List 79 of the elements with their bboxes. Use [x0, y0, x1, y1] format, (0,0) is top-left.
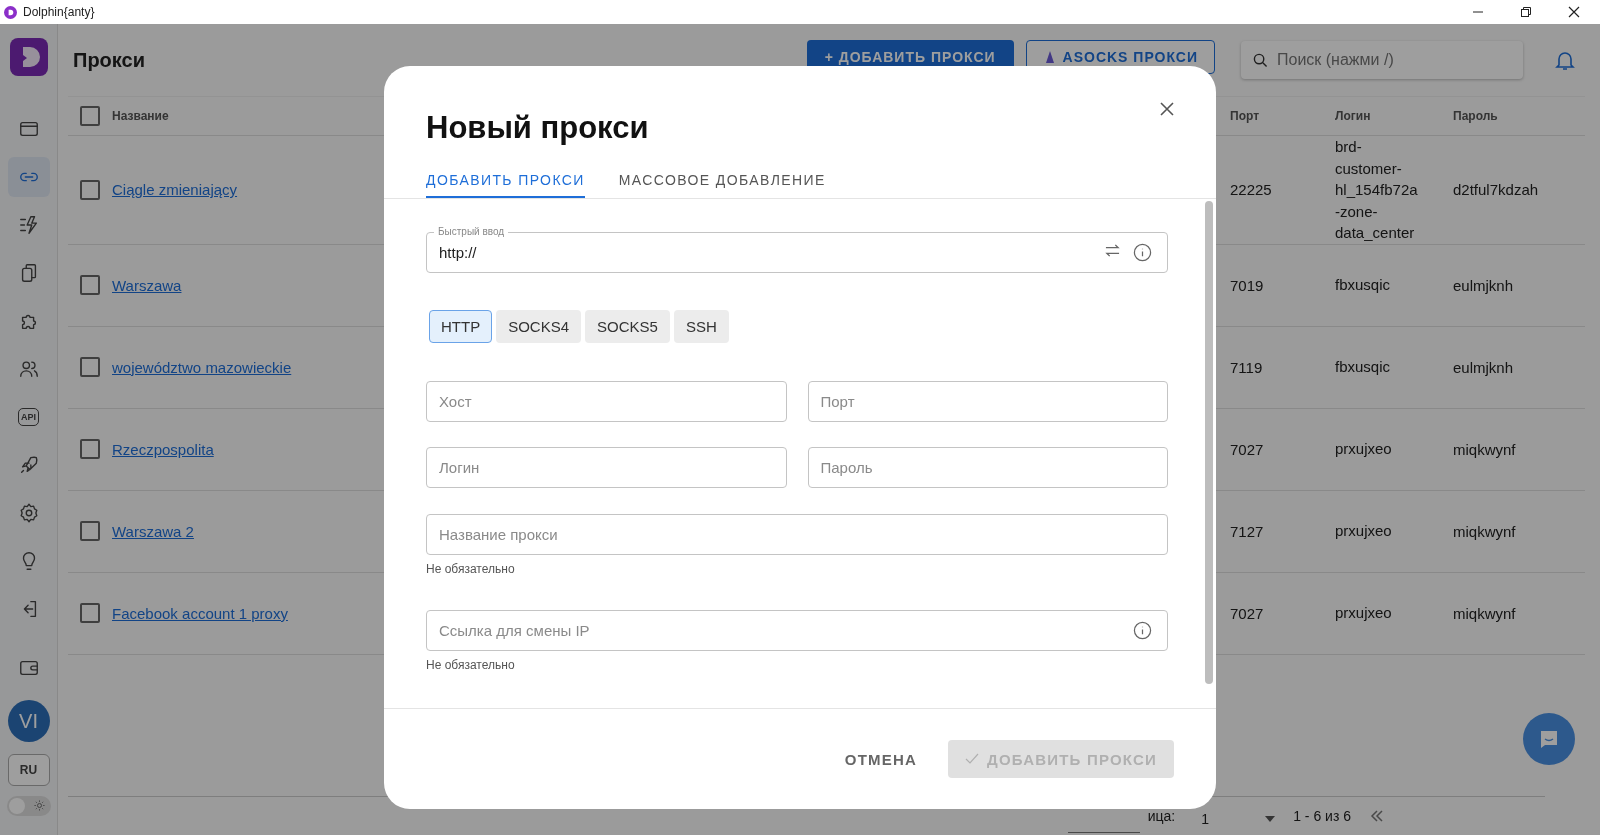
protocol-toggle[interactable]: SOCKS5 [585, 310, 670, 343]
row-checkbox[interactable] [80, 275, 100, 295]
table-cell: 7019 [1230, 276, 1264, 294]
table-cell: 7027 [1230, 604, 1264, 622]
restore-icon[interactable] [1520, 6, 1532, 18]
link-nav-button[interactable] [7, 157, 50, 197]
close-icon[interactable] [1160, 102, 1174, 116]
protocol-toggle[interactable]: HTTP [429, 310, 493, 343]
table-cell: 7119 [1230, 358, 1263, 376]
table-cell: miqkwynf [1453, 440, 1516, 458]
protocol-toggle[interactable]: SSH [673, 310, 729, 343]
close-icon[interactable] [1568, 6, 1580, 18]
check-icon [965, 753, 980, 765]
caret-icon [1265, 815, 1276, 822]
table-cell: eulmjknh [1453, 358, 1514, 376]
info-icon[interactable] [1133, 243, 1152, 262]
cancel-button[interactable]: ОТМЕНА [838, 749, 924, 769]
port-field[interactable]: Порт [807, 381, 1168, 422]
login-field[interactable]: Логин [426, 447, 787, 488]
helper-text: Не обязательно [426, 562, 516, 576]
dolphin-logo-icon [4, 5, 17, 19]
table-cell: 7027 [1230, 440, 1264, 458]
first-page-icon[interactable] [1369, 808, 1385, 824]
scrollbar[interactable] [1205, 201, 1213, 684]
row-checkbox[interactable] [80, 179, 100, 200]
table-cell: d2tful7kdzah [1453, 181, 1539, 199]
info-icon[interactable] [1133, 621, 1152, 640]
dolphin-logo-icon[interactable] [9, 38, 48, 76]
user-avatar[interactable]: VI [7, 700, 50, 742]
password-field[interactable]: Пароль [807, 447, 1168, 488]
proxy-name-link[interactable]: Rzeczpospolita [112, 440, 214, 458]
helper-text: Не обязательно [426, 658, 516, 672]
search-field[interactable]: Поиск (нажми /) [1241, 41, 1523, 79]
swap-icon[interactable] [1104, 243, 1121, 258]
table-cell-text: fbxusqic [1335, 275, 1392, 296]
table-cell-text: prxujxeo [1335, 439, 1393, 460]
row-checkbox[interactable] [80, 521, 100, 541]
column-header[interactable]: Название [112, 109, 169, 123]
dialog-tab[interactable]: ДОБАВИТЬ ПРОКСИ [426, 172, 585, 198]
language-button[interactable]: RU [7, 754, 50, 786]
column-header[interactable]: Порт [1230, 109, 1259, 123]
proxy-name-link[interactable]: Facebook account 1 proxy [112, 604, 288, 622]
theme-toggle[interactable] [6, 796, 51, 816]
table-cell: 7127 [1230, 522, 1264, 540]
table-cell-text: prxujxeo [1335, 521, 1393, 542]
table-cell: miqkwynf [1453, 604, 1516, 622]
page-title: Прокси [73, 48, 145, 72]
column-header[interactable]: Пароль [1453, 109, 1498, 123]
api-nav-button[interactable]: API [7, 397, 50, 437]
table-cell: eulmjknh [1453, 276, 1514, 294]
protocol-toggle[interactable]: SOCKS4 [496, 310, 582, 343]
change-ip-link-field[interactable]: Ссылка для смены IP [426, 610, 1168, 651]
table-cell-text: prxujxeo [1335, 603, 1393, 624]
sun-icon [33, 800, 45, 811]
search-icon [1253, 53, 1268, 68]
table-cell: miqkwynf [1453, 522, 1516, 540]
proxy-name-link[interactable]: Ciągle zmieniający [112, 181, 238, 199]
table-cell-text: brd-customer-hl_154fb72a-zone-data_center [1335, 137, 1419, 243]
row-checkbox[interactable] [80, 357, 100, 377]
row-checkbox[interactable] [80, 439, 100, 459]
table-cell-text: fbxusqic [1335, 357, 1392, 378]
window-title: Dolphin{anty} [23, 5, 95, 19]
users-icon [17, 358, 40, 380]
proxy-name-link[interactable]: Warszawa 2 [112, 522, 194, 540]
flash-icon [17, 214, 40, 236]
dialog-tab[interactable]: МАССОВОЕ ДОБАВЛЕНИЕ [618, 172, 826, 198]
select-all-checkbox[interactable] [80, 106, 100, 126]
column-header[interactable]: Логин [1335, 109, 1371, 123]
field-label: Быстрый ввод [434, 225, 509, 238]
proxy-name-field[interactable]: Название прокси [426, 514, 1168, 555]
dialog-title: Новый прокси [426, 110, 650, 146]
proxy-name-link[interactable]: województwo mazowieckie [112, 358, 292, 376]
table-cell: 22225 [1230, 181, 1272, 199]
proxy-name-link[interactable]: Warszawa [112, 276, 182, 294]
host-field[interactable]: Хост [426, 381, 787, 422]
chat-button[interactable] [1523, 713, 1575, 765]
page-range: 1 - 6 из 6 [1293, 808, 1351, 824]
row-checkbox[interactable] [80, 603, 100, 623]
rows-per-page-label: ица: [1147, 808, 1176, 824]
